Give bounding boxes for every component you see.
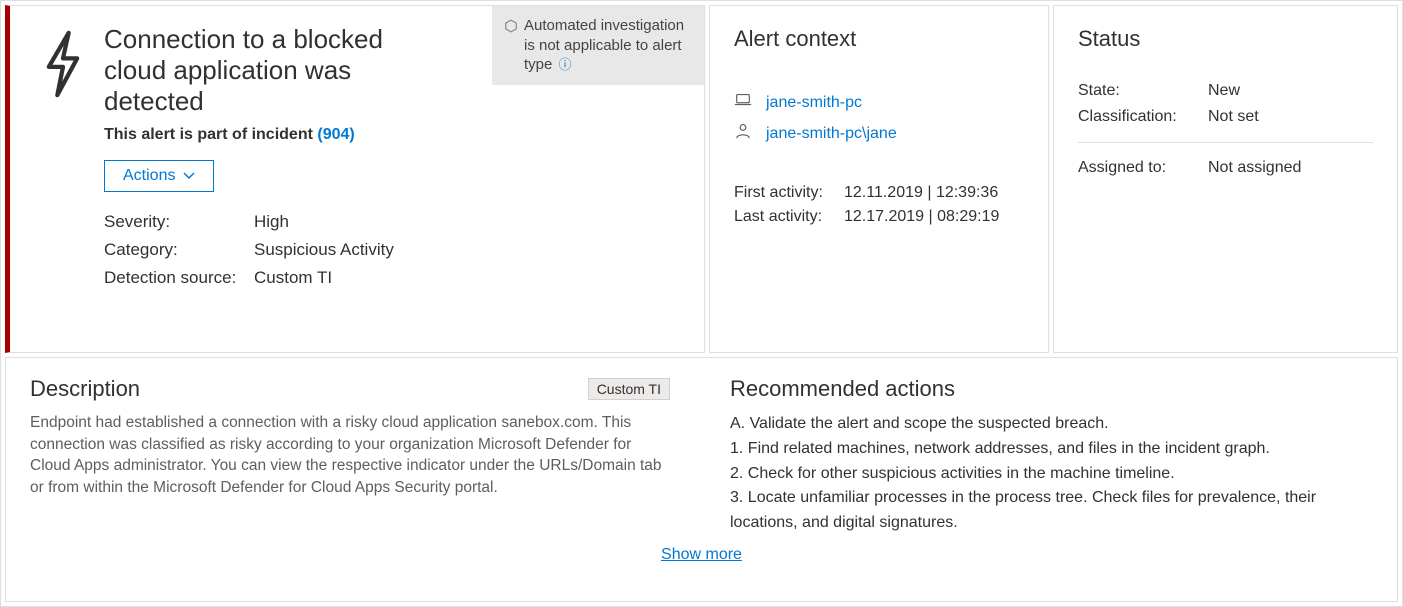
recommended-list: A. Validate the alert and scope the susp… xyxy=(730,412,1373,536)
lightning-bolt-icon xyxy=(40,24,86,103)
description-column: Description Custom TI Endpoint had estab… xyxy=(30,376,670,536)
auto-banner-text: Automated investigation is not applicabl… xyxy=(524,17,684,73)
alert-title: Connection to a blocked cloud applicatio… xyxy=(104,24,444,118)
assigned-value: Not assigned xyxy=(1208,159,1301,177)
recommended-column: Recommended actions A. Validate the aler… xyxy=(730,376,1373,536)
user-row: jane-smith-pc\jane xyxy=(734,123,1024,144)
alert-summary-card: Automated investigation is not applicabl… xyxy=(5,5,705,353)
status-divider xyxy=(1078,142,1373,143)
detection-value: Custom TI xyxy=(254,268,332,288)
rec-line-3: 3. Locate unfamiliar processes in the pr… xyxy=(730,486,1373,536)
actions-label: Actions xyxy=(123,167,175,185)
device-link[interactable]: jane-smith-pc xyxy=(766,94,862,112)
classification-label: Classification: xyxy=(1078,108,1208,126)
rec-line-1: 1. Find related machines, network addres… xyxy=(730,437,1373,462)
rec-line-2: 2. Check for other suspicious activities… xyxy=(730,462,1373,487)
actions-button[interactable]: Actions xyxy=(104,160,214,192)
last-activity-label: Last activity: xyxy=(734,208,844,226)
alert-detail-page: Automated investigation is not applicabl… xyxy=(0,0,1403,607)
incident-link[interactable]: (904) xyxy=(317,126,354,143)
last-activity-value: 12.17.2019 | 08:29:19 xyxy=(844,208,999,226)
status-heading: Status xyxy=(1078,26,1373,52)
first-activity-label: First activity: xyxy=(734,184,844,202)
laptop-icon xyxy=(734,92,752,113)
detection-label: Detection source: xyxy=(104,268,254,288)
user-link[interactable]: jane-smith-pc\jane xyxy=(766,125,897,143)
show-more-row: Show more xyxy=(30,536,1373,576)
category-value: Suspicious Activity xyxy=(254,240,394,260)
subtitle-prefix: This alert is part of incident xyxy=(104,126,317,143)
show-more-link[interactable]: Show more xyxy=(661,546,742,563)
first-activity-value: 12.11.2019 | 12:39:36 xyxy=(844,184,998,202)
hexagon-icon xyxy=(504,16,518,39)
description-body: Endpoint had established a connection wi… xyxy=(30,412,670,499)
classification-value: Not set xyxy=(1208,108,1259,126)
custom-ti-tag: Custom TI xyxy=(588,378,670,400)
user-icon xyxy=(734,123,752,144)
top-row: Automated investigation is not applicabl… xyxy=(5,5,1398,353)
context-heading: Alert context xyxy=(734,26,1024,52)
rec-line-a: A. Validate the alert and scope the susp… xyxy=(730,412,1373,437)
chevron-down-icon xyxy=(183,170,195,182)
details-card: Description Custom TI Endpoint had estab… xyxy=(5,357,1398,602)
state-value: New xyxy=(1208,82,1240,100)
state-label: State: xyxy=(1078,82,1208,100)
description-heading-row: Description Custom TI xyxy=(30,376,670,402)
alert-subtitle: This alert is part of incident (904) xyxy=(104,126,444,144)
assigned-label: Assigned to: xyxy=(1078,159,1208,177)
status-card: Status State: New Classification: Not se… xyxy=(1053,5,1398,353)
device-row: jane-smith-pc xyxy=(734,92,1024,113)
description-heading: Description xyxy=(30,376,140,402)
activity-times: First activity: 12.11.2019 | 12:39:36 La… xyxy=(734,184,1024,232)
details-columns: Description Custom TI Endpoint had estab… xyxy=(30,376,1373,536)
severity-label: Severity: xyxy=(104,212,254,232)
status-grid: State: New Classification: Not set Assig… xyxy=(1078,82,1373,185)
info-icon[interactable]: ⓘ xyxy=(559,57,572,72)
alert-properties: Severity: High Category: Suspicious Acti… xyxy=(104,212,444,288)
severity-value: High xyxy=(254,212,289,232)
category-label: Category: xyxy=(104,240,254,260)
automated-investigation-banner: Automated investigation is not applicabl… xyxy=(492,6,704,85)
recommended-heading: Recommended actions xyxy=(730,376,1373,402)
alert-context-card: Alert context jane-smith-pc jane-smith-p… xyxy=(709,5,1049,353)
